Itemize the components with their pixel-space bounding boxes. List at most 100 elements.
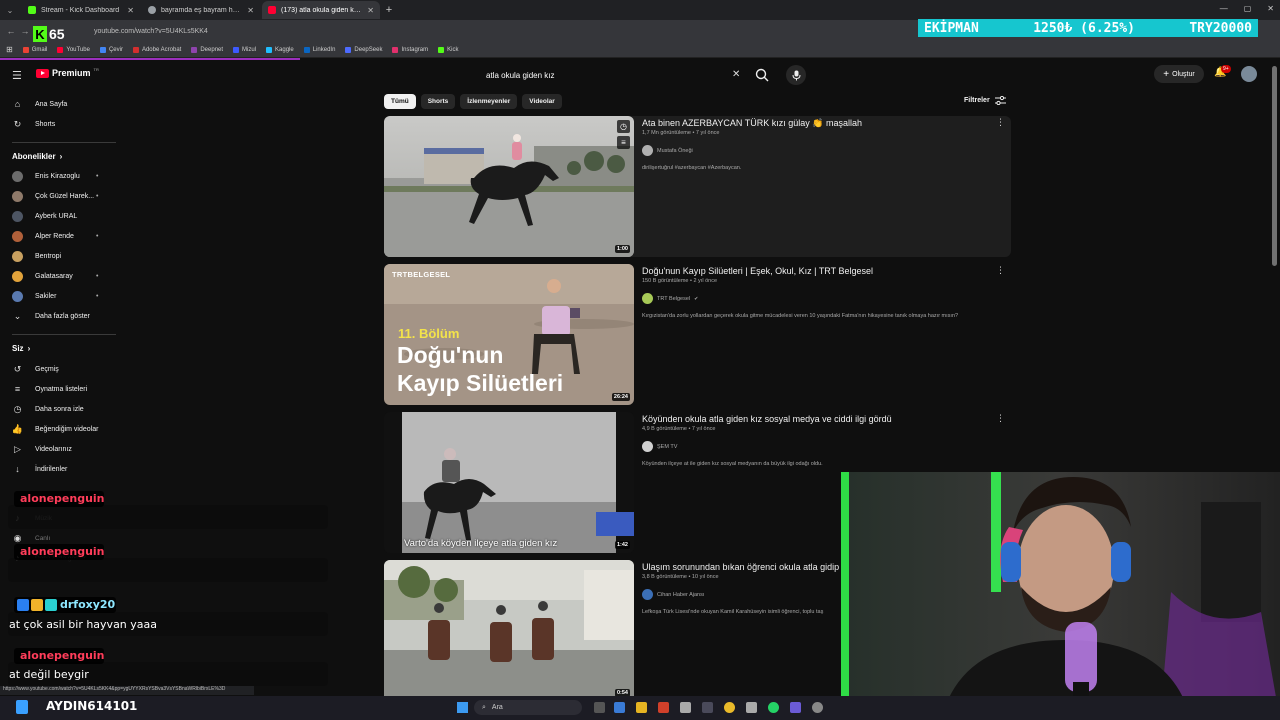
video-title[interactable]: Doğu'nun Kayıp Silüetleri | Eşek, Okul, … <box>642 266 873 276</box>
app-icon[interactable] <box>812 702 823 713</box>
file-explorer-icon[interactable] <box>636 702 647 713</box>
voice-search-button[interactable] <box>786 65 806 85</box>
edge-icon[interactable] <box>614 702 625 713</box>
search-result-item[interactable]: 1:00 ◷ ≡ Ata binen AZERBAYCAN TÜRK kızı … <box>384 116 1011 257</box>
channel-link[interactable]: TRT Belgesel ✔ <box>642 293 698 304</box>
more-options-icon[interactable]: ⋮ <box>996 413 1005 424</box>
windows-start-icon[interactable] <box>457 702 468 713</box>
filter-chip[interactable]: İzlenmeyenler <box>460 94 518 109</box>
menu-hamburger-icon[interactable]: ☰ <box>12 69 22 82</box>
bookmark-item[interactable]: Adobe Acrobat <box>132 46 181 53</box>
chevron-down-icon: ⌄ <box>13 310 22 321</box>
youtube-logo[interactable]: Premium TR <box>36 67 99 78</box>
bookmark-item[interactable]: Deepnet <box>191 46 223 53</box>
browser-tab[interactable]: Stream - Kick Dashboard ✕ <box>22 1 140 19</box>
account-avatar[interactable] <box>1241 66 1257 82</box>
sidebar-you-heading[interactable]: Siz › <box>12 344 30 353</box>
bookmark-favicon-icon <box>191 46 198 53</box>
search-result-item[interactable]: TRTBELGESEL 11. Bölüm Doğu'nun Kayıp Sil… <box>384 264 1011 405</box>
bookmark-item[interactable]: DeepSeek <box>345 46 382 53</box>
close-tab-icon[interactable]: ✕ <box>247 6 254 15</box>
clear-search-icon[interactable]: ✕ <box>732 69 740 80</box>
bookmark-item[interactable]: Mizul <box>233 46 256 53</box>
sidebar-subscription[interactable]: Galatasaray • <box>12 268 98 284</box>
video-title[interactable]: Köyünden okula atla giden kız sosyal med… <box>642 414 892 424</box>
video-thumbnail[interactable]: 0:54 <box>384 560 634 701</box>
video-thumbnail[interactable]: Varto'da köyden ilçeye atla giden kız 1:… <box>384 412 634 553</box>
task-view-icon[interactable] <box>594 702 605 713</box>
filter-chip[interactable]: Shorts <box>420 94 456 109</box>
sidebar-item[interactable]: ◷ Daha sonra izle <box>12 401 84 417</box>
browser-tab[interactable]: bayramda eş bayram harçlığı n... ✕ <box>142 1 260 19</box>
close-tab-icon[interactable]: ✕ <box>367 6 374 15</box>
store-icon[interactable] <box>680 702 691 713</box>
filters-button[interactable]: Filtreler <box>964 96 1006 105</box>
tab-search-button[interactable]: ⌄ <box>0 0 20 20</box>
apps-grid-icon[interactable]: ⊞ <box>6 45 13 54</box>
bookmark-item[interactable]: Instagram <box>392 46 428 53</box>
minimize-icon[interactable]: — <box>1220 4 1228 13</box>
discord-icon[interactable] <box>790 702 801 713</box>
sidebar-show-more[interactable]: ⌄ Daha fazla göster <box>12 308 90 324</box>
sidebar-item[interactable]: ↺ Geçmiş <box>12 361 59 377</box>
sidebar-item[interactable]: ≡ Oynatma listeleri <box>12 381 87 397</box>
bookmark-item[interactable]: Çevir <box>99 46 123 53</box>
sidebar-item[interactable]: ▷ Videolarınız <box>12 441 72 457</box>
channel-name: TRT Belgesel <box>657 295 691 302</box>
new-tab-button[interactable]: + <box>380 4 398 16</box>
close-window-icon[interactable]: ✕ <box>1267 4 1274 13</box>
whatsapp-icon[interactable] <box>768 702 779 713</box>
video-title[interactable]: Ulaşım sorunundan bıkan öğrenci okula at… <box>642 562 839 572</box>
app-icon[interactable] <box>702 702 713 713</box>
channel-link[interactable]: Cihan Haber Ajansı <box>642 589 704 600</box>
close-tab-icon[interactable]: ✕ <box>127 6 134 15</box>
maximize-icon[interactable]: ▢ <box>1244 4 1252 13</box>
add-to-queue-icon[interactable]: ≡ <box>617 136 630 149</box>
video-thumbnail[interactable]: 1:00 ◷ ≡ <box>384 116 634 257</box>
video-thumbnail[interactable]: TRTBELGESEL 11. Bölüm Doğu'nun Kayıp Sil… <box>384 264 634 405</box>
url-field[interactable]: youtube.com/watch?v=5U4KLs5KK4 <box>94 23 394 39</box>
sidebar-subscriptions-heading[interactable]: Abonelikler › <box>12 152 62 161</box>
more-options-icon[interactable]: ⋮ <box>996 117 1005 128</box>
page-scrollbar[interactable] <box>1272 66 1277 266</box>
bookmark-favicon-icon <box>22 46 29 53</box>
video-duration: 1:00 <box>614 245 630 253</box>
microphone-icon <box>792 70 800 80</box>
sidebar-item[interactable]: 👍 Beğendiğim videolar <box>12 421 99 437</box>
watch-later-icon[interactable]: ◷ <box>617 120 630 133</box>
sidebar-subscription[interactable]: Enis Kirazoglu • <box>12 168 98 184</box>
channel-link[interactable]: ŞEM TV <box>642 441 677 452</box>
bookmark-item[interactable]: Kaggle <box>266 46 294 53</box>
thumbnail-caption: Varto'da köyden ilçeye atla giden kız <box>404 538 558 549</box>
video-title[interactable]: Ata binen AZERBAYCAN TÜRK kızı gülay 👏 m… <box>642 118 862 129</box>
forward-arrow-icon[interactable]: → <box>18 26 32 36</box>
sidebar-subscription[interactable]: Sakiler • <box>12 288 98 304</box>
sidebar-item[interactable]: ↓ İndirilenler <box>12 461 67 477</box>
channel-avatar <box>12 250 23 262</box>
sidebar-item[interactable]: ↻ Shorts <box>12 116 56 132</box>
chrome-icon[interactable] <box>724 702 735 713</box>
search-input[interactable] <box>486 70 726 80</box>
search-icon[interactable] <box>754 67 770 83</box>
filter-chip[interactable]: Videolar <box>522 94 562 109</box>
bookmark-item[interactable]: LinkedIn <box>303 46 335 53</box>
browser-tab-active[interactable]: (173) atla okula giden kız - You... ✕ <box>262 1 380 19</box>
more-options-icon[interactable]: ⋮ <box>996 265 1005 276</box>
bookmark-item[interactable]: YouTube <box>57 46 90 53</box>
app-icon[interactable] <box>658 702 669 713</box>
bookmark-item[interactable]: Kick <box>438 46 458 53</box>
sidebar-item[interactable]: ⌂ Ana Sayfa <box>12 96 68 112</box>
sidebar-subscription[interactable]: Alper Rende • <box>12 228 98 244</box>
video-description: Lefkoşa Türk Lisesi'nde okuyan Kamil Kar… <box>642 609 824 615</box>
sidebar-subscription[interactable]: Ayberk URAL <box>12 208 77 224</box>
create-button[interactable]: + Oluştur <box>1154 65 1204 83</box>
sidebar-subscription[interactable]: Çok Güzel Harek... • <box>12 188 98 204</box>
app-icon[interactable] <box>746 702 757 713</box>
filter-chip[interactable]: Tümü <box>384 94 416 109</box>
taskbar-search[interactable]: ⌕ Ara <box>474 700 582 715</box>
bookmark-item[interactable]: Gmail <box>22 46 47 53</box>
channel-link[interactable]: Mustafa Öneği <box>642 145 693 156</box>
back-arrow-icon[interactable]: ← <box>4 26 18 36</box>
chat-username: alonepenguin <box>20 492 105 505</box>
sidebar-subscription[interactable]: Bentropi <box>12 248 61 264</box>
